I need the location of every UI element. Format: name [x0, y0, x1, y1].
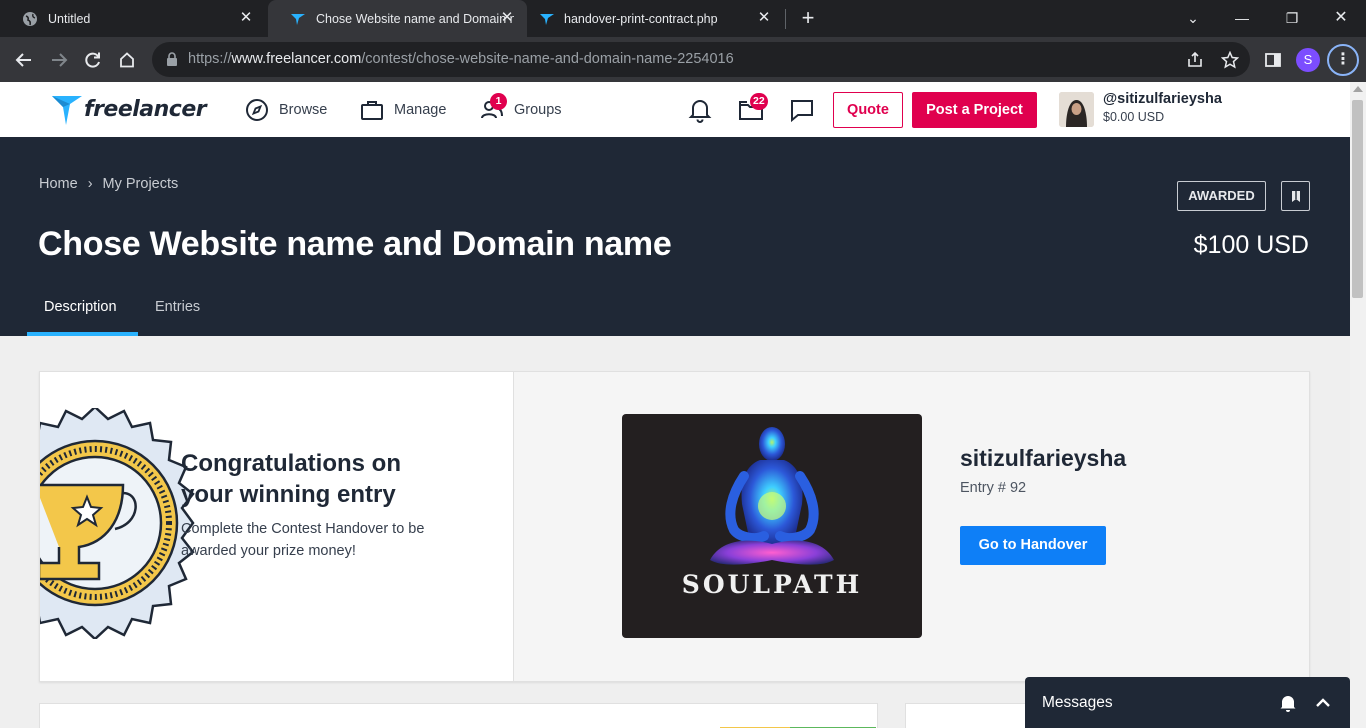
- url-scheme: https://: [188, 51, 232, 67]
- profile-avatar[interactable]: S: [1296, 48, 1320, 72]
- browser-menu-icon[interactable]: ⋮: [1327, 44, 1359, 76]
- new-tab-button[interactable]: +: [797, 7, 819, 30]
- home-icon[interactable]: [114, 47, 140, 73]
- groups-badge: 1: [490, 93, 507, 110]
- logo-text: freelancer: [84, 96, 207, 122]
- nav-browse-label: Browse: [279, 102, 328, 118]
- username[interactable]: @sitizulfarieysha: [1103, 91, 1222, 107]
- award-card: Congratulations on your winning entry Co…: [39, 371, 1310, 682]
- url-text: https://www.freelancer.com/contest/chose…: [188, 51, 734, 67]
- tab-divider: [785, 9, 786, 29]
- quote-button[interactable]: Quote: [833, 92, 903, 128]
- briefcase-icon: [361, 101, 383, 120]
- freelancer-bird-icon: [291, 13, 305, 25]
- browser-tab-contest[interactable]: Chose Website name and Domain na ✕: [268, 0, 527, 37]
- tab-title: Untitled: [48, 11, 91, 26]
- breadcrumb: Home › My Projects: [39, 176, 178, 192]
- forward-icon[interactable]: [46, 47, 72, 73]
- tab-title: handover-print-contract.php: [564, 11, 718, 26]
- status-badge: AWARDED: [1177, 181, 1266, 211]
- bookmark-button[interactable]: [1281, 181, 1310, 211]
- projects-inbox[interactable]: 22: [738, 93, 768, 125]
- breadcrumb-separator: ›: [87, 176, 93, 192]
- projects-badge: 22: [750, 93, 768, 110]
- browser-toolbar: https://www.freelancer.com/contest/chose…: [0, 37, 1366, 82]
- contest-header: Home › My Projects Chose Website name and …: [0, 137, 1350, 336]
- chat-bubble-icon[interactable]: [789, 97, 815, 123]
- scroll-up-arrow[interactable]: [1353, 86, 1363, 92]
- nav-groups[interactable]: Groups 1: [480, 93, 562, 122]
- url-domain: www.freelancer.com: [231, 51, 362, 67]
- tab-title: Chose Website name and Domain na: [316, 11, 514, 26]
- lock-icon: [167, 52, 177, 66]
- congrats-panel: Congratulations on your winning entry Co…: [40, 372, 513, 681]
- post-project-button[interactable]: Post a Project: [912, 92, 1037, 128]
- minimize-icon[interactable]: —: [1229, 6, 1255, 30]
- restore-icon[interactable]: ❐: [1279, 6, 1305, 30]
- browser-tab-untitled[interactable]: Untitled ✕: [0, 0, 266, 37]
- congrats-text: Complete the Contest Handover to be awar…: [181, 521, 425, 559]
- tab-description[interactable]: Description: [44, 299, 117, 315]
- globe-icon: [23, 11, 37, 26]
- nav-groups-label: Groups: [514, 102, 562, 118]
- freelancer-bird-icon: [52, 96, 82, 125]
- browser-tab-strip: Untitled ✕ Chose Website name and Domain…: [0, 0, 1366, 37]
- compass-icon: [246, 99, 268, 121]
- messages-bar[interactable]: Messages: [1025, 677, 1350, 728]
- bookmark-star-icon[interactable]: [1217, 47, 1243, 73]
- tab-entries[interactable]: Entries: [155, 299, 200, 315]
- share-icon[interactable]: [1182, 47, 1208, 73]
- close-icon[interactable]: ✕: [756, 10, 772, 26]
- bell-icon[interactable]: [1280, 694, 1296, 712]
- back-icon[interactable]: [11, 47, 37, 73]
- address-bar[interactable]: https://www.freelancer.com/contest/chose…: [152, 42, 1250, 77]
- nav-browse[interactable]: Browse: [245, 98, 327, 122]
- lower-card-left: [39, 703, 878, 728]
- close-icon[interactable]: ✕: [499, 10, 515, 26]
- bookmark-icon: [1292, 191, 1300, 202]
- nav-manage-label: Manage: [394, 102, 447, 118]
- entrant-name[interactable]: sitizulfarieysha: [960, 445, 1126, 472]
- chevron-up-icon[interactable]: [1314, 694, 1332, 712]
- window-close-icon[interactable]: ✕: [1328, 6, 1354, 30]
- entry-number: Entry # 92: [960, 480, 1027, 496]
- go-to-handover-button[interactable]: Go to Handover: [960, 526, 1106, 565]
- meditating-figure-illustration: [710, 427, 834, 565]
- tab-search-icon[interactable]: ⌄: [1180, 6, 1206, 30]
- breadcrumb-home[interactable]: Home: [39, 176, 78, 192]
- notifications-bell-icon[interactable]: [687, 97, 713, 123]
- congrats-title: Congratulations on your winning entry: [181, 450, 401, 508]
- messages-label: Messages: [1042, 694, 1113, 711]
- freelancer-bird-icon: [540, 13, 554, 25]
- scrollbar-thumb[interactable]: [1352, 100, 1363, 298]
- nav-manage[interactable]: Manage: [360, 98, 446, 122]
- url-path: /contest/chose-website-name-and-domain-n…: [361, 51, 734, 67]
- browser-tab-handover[interactable]: handover-print-contract.php ✕: [528, 0, 784, 37]
- reload-icon[interactable]: [80, 47, 106, 73]
- winning-entry-thumbnail[interactable]: SOULPATH: [622, 414, 922, 638]
- close-icon[interactable]: ✕: [238, 10, 254, 26]
- site-header: freelancer Browse Manage Groups 1 22 Quo…: [0, 82, 1350, 137]
- breadcrumb-my-projects[interactable]: My Projects: [103, 176, 179, 192]
- active-tab-indicator: [27, 332, 138, 336]
- prize-amount: $100 USD: [1193, 231, 1309, 259]
- page-title: Chose Website name and Domain name: [38, 225, 672, 263]
- account-balance: $0.00 USD: [1103, 110, 1165, 124]
- entry-logo-text: SOULPATH: [681, 570, 863, 599]
- winning-entry-panel: SOULPATH sitizulfarieysha Entry # 92 Go …: [513, 372, 1309, 681]
- side-panel-icon[interactable]: [1260, 47, 1286, 73]
- user-avatar[interactable]: [1059, 92, 1094, 127]
- freelancer-logo[interactable]: freelancer: [52, 92, 207, 126]
